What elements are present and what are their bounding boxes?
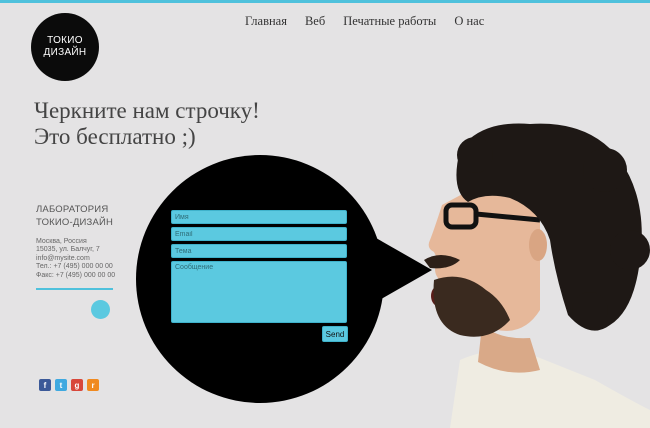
hair-curl — [457, 137, 493, 173]
nav-item-print[interactable]: Печатные работы — [343, 14, 436, 29]
nav-item-web[interactable]: Веб — [305, 14, 325, 29]
contact-phone: Тел.: +7 (495) 000 00 00 — [36, 263, 113, 271]
hair-curl — [610, 230, 650, 270]
sidebar-divider — [36, 288, 113, 290]
shouting-man-illustration — [424, 123, 650, 428]
email-input[interactable] — [171, 227, 347, 241]
lab-title-line-1: ЛАБОРАТОРИЯ — [36, 204, 109, 215]
nav-item-about[interactable]: О нас — [454, 14, 484, 29]
logo-line-2: ДИЗАЙН — [43, 47, 87, 58]
address-line-1: Москва, Россия — [36, 238, 87, 245]
logo[interactable]: ТОКИО ДИЗАЙН — [31, 13, 99, 81]
facebook-icon[interactable]: f — [39, 379, 51, 391]
ear-shape — [529, 229, 547, 261]
main-nav: Главная Веб Печатные работы О нас — [245, 14, 502, 29]
top-accent-bar — [0, 0, 650, 3]
twitter-icon[interactable]: t — [55, 379, 67, 391]
headline-line-1: Черкните нам строчку! — [34, 98, 260, 123]
rss-icon[interactable]: r — [87, 379, 99, 391]
page-headline: Черкните нам строчку! Это бесплатно ;) — [34, 98, 260, 150]
headline-line-2: Это бесплатно ;) — [34, 124, 196, 149]
address-line-2: 15035, ул. Балчуг, 7 — [36, 246, 100, 254]
contact-info: Москва, Россия 15035, ул. Балчуг, 7 info… — [36, 238, 115, 280]
contact-email[interactable]: info@mysite.com — [36, 255, 90, 262]
subject-input[interactable] — [171, 244, 347, 258]
hair-curl — [583, 148, 627, 192]
nav-item-home[interactable]: Главная — [245, 14, 287, 29]
send-button[interactable]: Send — [322, 326, 348, 342]
google-plus-icon[interactable]: g — [71, 379, 83, 391]
social-links: f t g r — [39, 379, 99, 391]
lab-title: ЛАБОРАТОРИЯ ТОКИО-ДИЗАЙН — [36, 203, 113, 229]
contact-fax: Факс: +7 (495) 000 00 00 — [36, 271, 116, 279]
name-input[interactable] — [171, 210, 347, 224]
hair-curl — [572, 292, 608, 328]
accent-dot — [91, 300, 110, 319]
message-textarea[interactable] — [171, 261, 347, 323]
logo-line-1: ТОКИО — [47, 35, 83, 46]
lab-title-line-2: ТОКИО-ДИЗАЙН — [36, 217, 114, 228]
